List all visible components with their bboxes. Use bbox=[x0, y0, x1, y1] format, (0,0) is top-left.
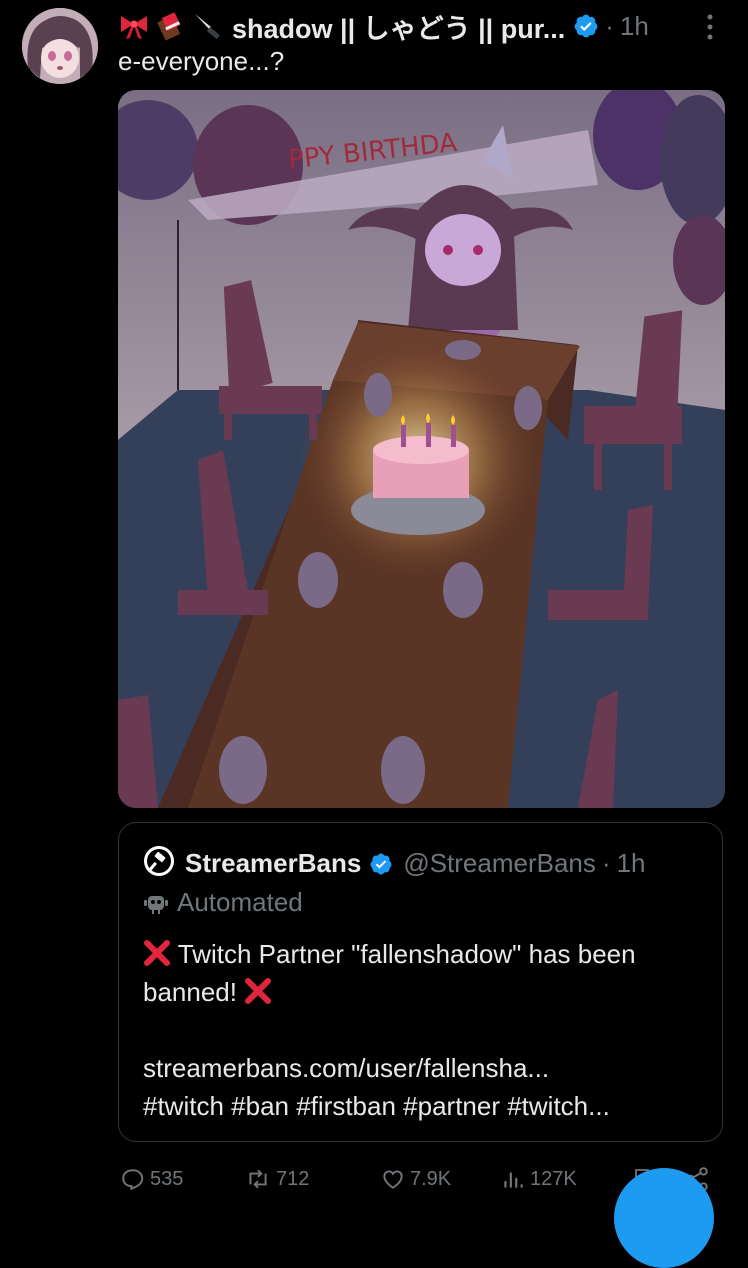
reply-button[interactable]: 535 bbox=[120, 1166, 183, 1192]
tweet-image[interactable]: PPY BIRTHDA bbox=[118, 90, 725, 808]
repost-button[interactable]: 712 bbox=[244, 1166, 309, 1192]
name-emojis bbox=[118, 11, 224, 41]
views-chart-icon bbox=[504, 1172, 523, 1188]
cross-mark-icon bbox=[245, 978, 272, 1004]
quoted-tweet-card[interactable]: StreamerBans @StreamerBans · 1h Automate… bbox=[118, 822, 723, 1142]
reply-count: 535 bbox=[150, 1167, 184, 1190]
ban-message: Twitch Partner "fallenshadow" has been b… bbox=[143, 939, 636, 1007]
quoted-tweet-header: StreamerBans @StreamerBans · 1h bbox=[143, 845, 645, 882]
tweet-text: e-everyone...? bbox=[118, 46, 285, 76]
automated-text: Automated bbox=[177, 887, 303, 917]
quoted-separator-dot: · bbox=[601, 848, 611, 878]
heart-icon bbox=[383, 1170, 403, 1189]
timestamp[interactable]: 1h bbox=[620, 11, 649, 42]
compose-button[interactable] bbox=[614, 1168, 714, 1268]
avatar-image bbox=[22, 8, 98, 84]
quoted-verified-badge-icon bbox=[369, 852, 393, 876]
quoted-handle: @StreamerBans bbox=[403, 848, 596, 878]
more-options-icon[interactable] bbox=[706, 14, 714, 45]
views-button[interactable]: 127K bbox=[500, 1166, 577, 1192]
repost-icon bbox=[249, 1169, 267, 1189]
reply-icon bbox=[122, 1169, 144, 1191]
separator-dot: · bbox=[605, 10, 614, 41]
author-avatar[interactable] bbox=[22, 8, 98, 84]
quoted-avatar[interactable] bbox=[143, 845, 175, 882]
chocolate-icon bbox=[157, 12, 181, 41]
like-count: 7.9K bbox=[410, 1167, 452, 1190]
views-count: 127K bbox=[530, 1167, 577, 1190]
like-button[interactable]: 7.9K bbox=[380, 1166, 451, 1192]
cross-mark-icon bbox=[144, 940, 170, 966]
robot-icon bbox=[144, 895, 168, 914]
profile-link[interactable]: streamerbans.com/user/fallensha... bbox=[143, 1049, 703, 1087]
quoted-timestamp: 1h bbox=[616, 848, 646, 878]
automated-label: Automated bbox=[143, 887, 303, 918]
quoted-tweet-body: Twitch Partner "fallenshadow" has been b… bbox=[143, 935, 703, 1125]
repost-count: 712 bbox=[276, 1167, 310, 1190]
quoted-display-name[interactable]: StreamerBans bbox=[185, 848, 361, 879]
hashtags[interactable]: #twitch #ban #firstban #partner #twitch.… bbox=[143, 1087, 703, 1125]
ribbon-icon bbox=[121, 16, 147, 39]
tweet-header: shadow || しゃどう || pur... · 1h bbox=[118, 6, 724, 46]
verified-badge-icon[interactable] bbox=[573, 13, 599, 39]
gavel-avatar-icon bbox=[144, 846, 174, 876]
display-name[interactable]: shadow || しゃどう || pur... bbox=[232, 7, 565, 46]
knife-icon bbox=[195, 14, 220, 40]
